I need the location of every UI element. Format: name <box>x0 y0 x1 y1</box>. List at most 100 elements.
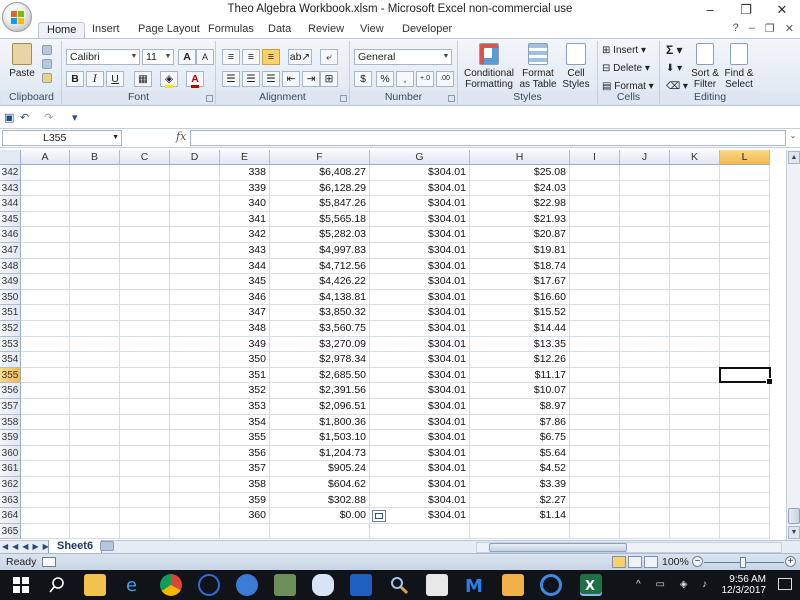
cell-b342[interactable] <box>70 165 120 181</box>
cell-i342[interactable] <box>570 165 620 181</box>
number-format-dropdown[interactable]: General ▼ <box>354 49 452 65</box>
cell-c347[interactable] <box>120 243 170 259</box>
cell-c363[interactable] <box>120 492 170 509</box>
cell-l365[interactable] <box>720 523 770 540</box>
column-header-a[interactable]: A <box>21 150 70 165</box>
cell-g346[interactable]: $304.01 <box>370 227 470 243</box>
cell-j358[interactable] <box>620 414 670 431</box>
cell-j362[interactable] <box>620 477 670 493</box>
tab-developer[interactable]: Developer <box>394 22 460 39</box>
cell-j357[interactable] <box>620 399 670 415</box>
app-icon-settings[interactable] <box>312 574 334 596</box>
cell-e364[interactable]: 360 <box>220 508 270 524</box>
cell-a351[interactable] <box>21 305 70 321</box>
cell-e362[interactable]: 358 <box>220 477 270 493</box>
app-icon-m[interactable]: M <box>464 574 486 597</box>
horizontal-scrollbar[interactable] <box>476 542 782 553</box>
clock[interactable]: 9:56 AM 12/3/2017 <box>722 574 767 596</box>
cell-j356[interactable] <box>620 383 670 399</box>
cell-k357[interactable] <box>670 399 720 415</box>
cell-l343[interactable] <box>720 180 770 197</box>
cell-i357[interactable] <box>570 399 620 415</box>
borders-button[interactable]: ▦ <box>134 71 152 87</box>
cell-e356[interactable]: 352 <box>220 383 270 399</box>
cell-k364[interactable] <box>670 508 720 524</box>
cell-c365[interactable] <box>120 523 170 540</box>
cell-d356[interactable] <box>170 383 220 399</box>
cell-i354[interactable] <box>570 352 620 368</box>
cell-h358[interactable]: $7.86 <box>470 414 570 431</box>
undo-icon[interactable]: ↶ <box>20 111 29 124</box>
cell-h359[interactable]: $6.75 <box>470 430 570 446</box>
cell-d351[interactable] <box>170 305 220 321</box>
sheet-tab-sheet6[interactable]: Sheet6 <box>48 540 103 554</box>
cell-c343[interactable] <box>120 180 170 197</box>
cell-b351[interactable] <box>70 305 120 321</box>
format-as-table-button[interactable]: Format as Table <box>518 43 558 90</box>
cell-i353[interactable] <box>570 336 620 353</box>
cell-b353[interactable] <box>70 336 120 353</box>
cell-d365[interactable] <box>170 523 220 540</box>
cell-a356[interactable] <box>21 383 70 399</box>
ribbon-minimize-icon[interactable]: – <box>749 22 755 35</box>
cell-g353[interactable]: $304.01 <box>370 336 470 353</box>
file-explorer-icon[interactable] <box>84 574 106 596</box>
cell-k354[interactable] <box>670 352 720 368</box>
cell-e359[interactable]: 355 <box>220 430 270 446</box>
orientation-button[interactable]: ab↗ <box>288 49 312 65</box>
cell-k355[interactable] <box>670 367 720 384</box>
zoom-in-icon[interactable]: + <box>785 556 796 567</box>
cell-c345[interactable] <box>120 211 170 228</box>
page-break-view-icon[interactable] <box>644 556 658 568</box>
cell-i346[interactable] <box>570 227 620 243</box>
alignment-dialog-launcher-icon[interactable] <box>340 95 347 102</box>
cell-f350[interactable]: $4,138.81 <box>270 289 370 306</box>
column-header-h[interactable]: H <box>470 150 570 165</box>
cell-g355[interactable]: $304.01 <box>370 367 470 384</box>
cell-k358[interactable] <box>670 414 720 431</box>
cell-c350[interactable] <box>120 289 170 306</box>
cell-l342[interactable] <box>720 165 770 181</box>
cell-c344[interactable] <box>120 196 170 212</box>
cell-c361[interactable] <box>120 461 170 477</box>
cell-a344[interactable] <box>21 196 70 212</box>
cell-l352[interactable] <box>720 321 770 337</box>
cell-j352[interactable] <box>620 321 670 337</box>
cell-g351[interactable]: $304.01 <box>370 305 470 321</box>
row-header[interactable]: 356 <box>0 383 21 399</box>
cell-e352[interactable]: 348 <box>220 321 270 337</box>
row-header[interactable]: 359 <box>0 430 21 446</box>
tab-formulas[interactable]: Formulas <box>200 22 262 39</box>
cell-l345[interactable] <box>720 211 770 228</box>
row-header[interactable]: 354 <box>0 352 21 368</box>
cell-g365[interactable] <box>370 523 470 540</box>
cell-i348[interactable] <box>570 258 620 275</box>
cell-b359[interactable] <box>70 430 120 446</box>
horizontal-scroll-thumb[interactable] <box>489 543 627 552</box>
cell-b344[interactable] <box>70 196 120 212</box>
cell-f357[interactable]: $2,096.51 <box>270 399 370 415</box>
cell-h364[interactable]: $1.14 <box>470 508 570 524</box>
cell-h355[interactable]: $11.17 <box>470 367 570 384</box>
column-header-c[interactable]: C <box>120 150 170 165</box>
app-icon-folder[interactable] <box>502 574 524 596</box>
cell-k342[interactable] <box>670 165 720 181</box>
cell-g357[interactable]: $304.01 <box>370 399 470 415</box>
cell-f356[interactable]: $2,391.56 <box>270 383 370 399</box>
cell-b364[interactable] <box>70 508 120 524</box>
increase-decimal-button[interactable]: +.0 <box>416 71 434 87</box>
format-painter-icon[interactable] <box>42 73 52 83</box>
cell-h362[interactable]: $3.39 <box>470 477 570 493</box>
cell-d352[interactable] <box>170 321 220 337</box>
cell-h352[interactable]: $14.44 <box>470 321 570 337</box>
cell-l357[interactable] <box>720 399 770 415</box>
cell-f365[interactable] <box>270 523 370 540</box>
cell-j359[interactable] <box>620 430 670 446</box>
cell-g349[interactable]: $304.01 <box>370 274 470 290</box>
cell-a365[interactable] <box>21 523 70 540</box>
increase-indent-button[interactable]: ⇥ <box>302 71 320 87</box>
cell-a361[interactable] <box>21 461 70 477</box>
cell-d360[interactable] <box>170 445 220 462</box>
cell-f355[interactable]: $2,685.50 <box>270 367 370 384</box>
row-header[interactable]: 352 <box>0 321 21 337</box>
